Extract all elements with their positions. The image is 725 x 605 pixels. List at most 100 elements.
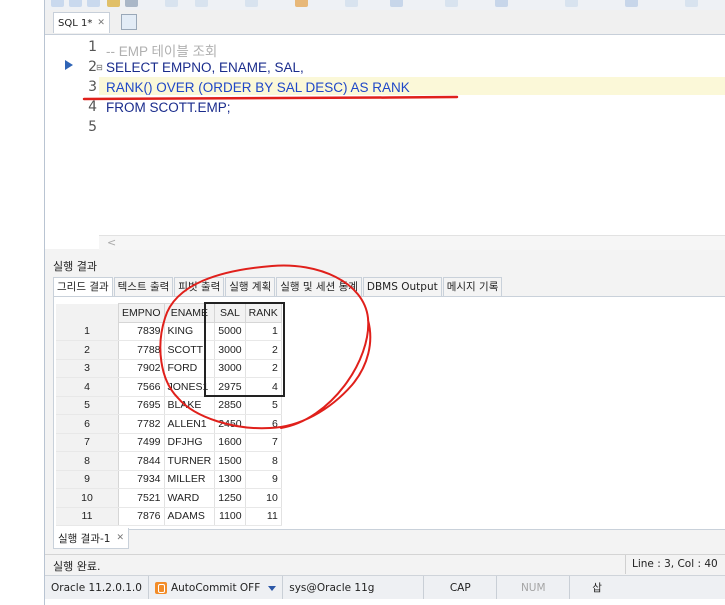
result-tab[interactable]: 실행 결과-1 ✕ <box>53 528 129 549</box>
table-row[interactable]: 1 7839 KING 5000 1 <box>56 322 282 341</box>
row-number[interactable]: 1 <box>56 322 119 341</box>
cell-rank[interactable]: 11 <box>245 507 282 526</box>
cell-sal[interactable]: 2850 <box>214 396 246 415</box>
close-icon[interactable]: ✕ <box>97 18 105 28</box>
cell-rank[interactable]: 9 <box>245 470 282 489</box>
table-row[interactable]: 2 7788 SCOTT 3000 2 <box>56 340 282 360</box>
cell-rank[interactable]: 4 <box>245 377 282 397</box>
cell-sal[interactable]: 1500 <box>214 451 246 471</box>
table-row[interactable]: 11 7876 ADAMS 1100 11 <box>56 507 282 526</box>
cell-sal[interactable]: 3000 <box>214 359 246 378</box>
table-row[interactable]: 3 7902 FORD 3000 2 <box>56 359 282 378</box>
row-number[interactable]: 3 <box>56 359 119 378</box>
cell-ename[interactable]: WARD <box>164 488 216 508</box>
cell-empno[interactable]: 7566 <box>118 377 165 397</box>
close-icon[interactable]: ✕ <box>116 533 124 543</box>
toolbar-icon[interactable] <box>195 0 208 7</box>
toolbar-icon[interactable] <box>295 0 308 7</box>
cell-ename[interactable]: DFJHG <box>164 433 216 452</box>
row-number[interactable]: 7 <box>56 433 119 452</box>
table-row[interactable]: 10 7521 WARD 1250 10 <box>56 488 282 508</box>
cell-sal[interactable]: 1300 <box>214 470 246 489</box>
cell-empno[interactable]: 7844 <box>118 451 165 471</box>
toolbar-icon[interactable] <box>107 0 120 7</box>
cell-ename[interactable]: MILLER <box>164 470 216 489</box>
row-number[interactable]: 5 <box>56 396 119 415</box>
cell-sal[interactable]: 5000 <box>214 322 246 341</box>
cell-sal[interactable]: 1100 <box>214 507 246 526</box>
tab-grid-result[interactable]: 그리드 결과 <box>53 277 113 296</box>
cell-ename[interactable]: ADAMS <box>164 507 216 526</box>
result-grid[interactable]: EMPNO ENAME SAL RANK 1 7839 KING 5000 1 2 7788… <box>56 303 282 526</box>
table-row[interactable]: 7 7499 DFJHG 1600 7 <box>56 433 282 452</box>
editor-horizontal-scrollbar[interactable]: < <box>99 235 725 250</box>
sql-editor-tab[interactable]: SQL 1* ✕ <box>53 12 110 33</box>
toolbar-icon[interactable] <box>165 0 178 7</box>
cell-ename[interactable]: TURNER <box>164 451 216 471</box>
cell-empno[interactable]: 7788 <box>118 340 165 360</box>
cell-rank[interactable]: 5 <box>245 396 282 415</box>
cell-rank[interactable]: 2 <box>245 340 282 360</box>
cell-empno[interactable]: 7934 <box>118 470 165 489</box>
table-row[interactable]: 4 7566 JONES1 2975 4 <box>56 377 282 397</box>
toolbar-icon[interactable] <box>390 0 403 7</box>
cell-sal[interactable]: 2975 <box>214 377 246 397</box>
tab-execution-plan[interactable]: 실행 계획 <box>225 277 276 296</box>
cell-ename[interactable]: BLAKE <box>164 396 216 415</box>
toolbar-icon[interactable] <box>345 0 358 7</box>
new-editor-icon[interactable] <box>121 14 137 30</box>
row-number[interactable]: 2 <box>56 340 119 360</box>
tab-pivot-output[interactable]: 피벗 출력 <box>174 277 225 296</box>
chevron-down-icon[interactable] <box>268 585 277 591</box>
row-number[interactable]: 4 <box>56 377 119 397</box>
tab-text-output[interactable]: 텍스트 출력 <box>113 277 174 296</box>
column-header[interactable]: SAL <box>214 303 246 323</box>
toolbar-icon[interactable] <box>495 0 508 7</box>
autocommit-toggle[interactable]: AutoCommit OFF <box>149 576 284 600</box>
sql-editor[interactable]: 1 2 ⊟ 3 4 5 -- EMP 테이블 조회 SELECT EMPNO, … <box>45 34 725 250</box>
fold-icon[interactable]: ⊟ <box>96 63 103 72</box>
cell-empno[interactable]: 7521 <box>118 488 165 508</box>
cell-ename[interactable]: ALLEN1 <box>164 414 216 434</box>
toolbar-icon[interactable] <box>685 0 698 7</box>
tab-message-log[interactable]: 메시지 기록 <box>442 277 503 296</box>
cell-sal[interactable]: 1600 <box>214 433 246 452</box>
cell-ename[interactable]: SCOTT <box>164 340 216 360</box>
cell-empno[interactable]: 7839 <box>118 322 165 341</box>
toolbar-icon[interactable] <box>125 0 138 7</box>
toolbar-icon[interactable] <box>565 0 578 7</box>
cell-empno[interactable]: 7876 <box>118 507 165 526</box>
scroll-left-icon[interactable]: < <box>107 236 116 249</box>
cell-empno[interactable]: 7499 <box>118 433 165 452</box>
column-header[interactable]: EMPNO <box>118 303 165 323</box>
tab-dbms-output[interactable]: DBMS Output <box>362 277 442 296</box>
toolbar-icon[interactable] <box>51 0 64 7</box>
cell-rank[interactable]: 2 <box>245 359 282 378</box>
cell-sal[interactable]: 3000 <box>214 340 246 360</box>
cell-empno[interactable]: 7695 <box>118 396 165 415</box>
table-row[interactable]: 5 7695 BLAKE 2850 5 <box>56 396 282 415</box>
row-number[interactable]: 8 <box>56 451 119 471</box>
cell-ename[interactable]: JONES1 <box>164 377 216 397</box>
tab-session-stats[interactable]: 실행 및 세션 통계 <box>276 277 362 296</box>
cell-ename[interactable]: KING <box>164 322 216 341</box>
cell-rank[interactable]: 7 <box>245 433 282 452</box>
cell-rank[interactable]: 10 <box>245 488 282 508</box>
row-number[interactable]: 6 <box>56 414 119 434</box>
cell-rank[interactable]: 6 <box>245 414 282 434</box>
column-header[interactable]: ENAME <box>163 303 216 323</box>
table-row[interactable]: 8 7844 TURNER 1500 8 <box>56 451 282 471</box>
cell-rank[interactable]: 1 <box>245 322 282 341</box>
cell-empno[interactable]: 7902 <box>118 359 165 378</box>
table-row[interactable]: 9 7934 MILLER 1300 9 <box>56 470 282 489</box>
row-number[interactable]: 9 <box>56 470 119 489</box>
toolbar-icon[interactable] <box>69 0 82 7</box>
toolbar-icon[interactable] <box>245 0 258 7</box>
cell-sal[interactable]: 2450 <box>214 414 246 434</box>
table-row[interactable]: 6 7782 ALLEN1 2450 6 <box>56 414 282 434</box>
toolbar-icon[interactable] <box>445 0 458 7</box>
toolbar-icon[interactable] <box>625 0 638 7</box>
toolbar-icon[interactable] <box>87 0 100 7</box>
row-number[interactable]: 11 <box>56 507 119 526</box>
cell-rank[interactable]: 8 <box>245 451 282 471</box>
